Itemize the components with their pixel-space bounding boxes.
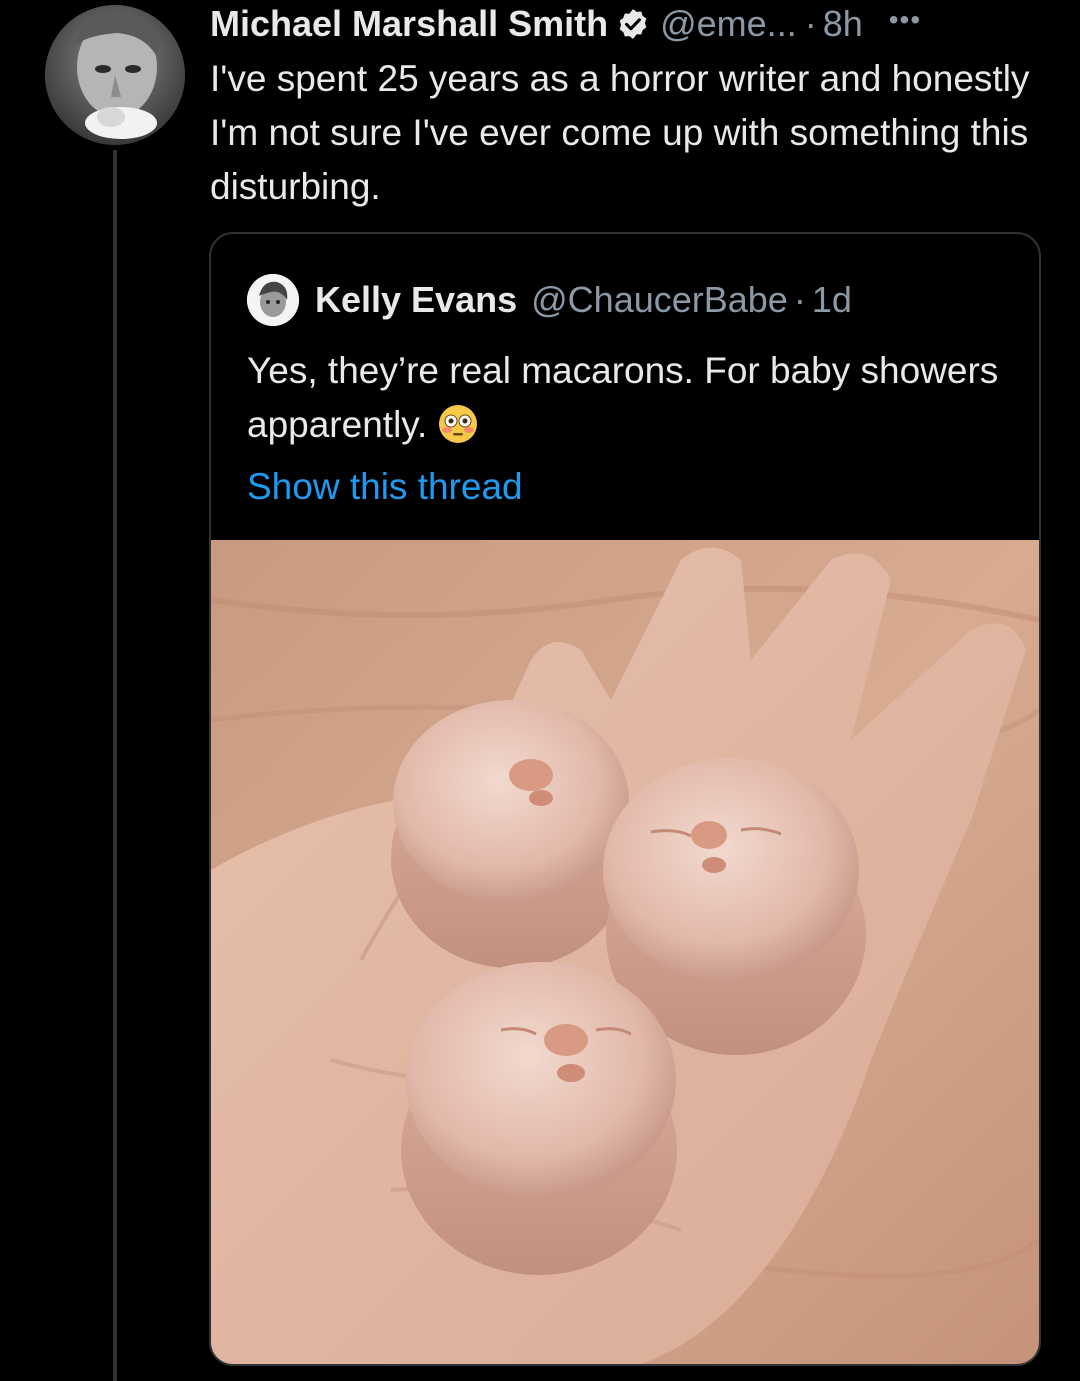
separator-dot: · (804, 3, 817, 44)
author-avatar[interactable] (45, 5, 185, 145)
verified-badge-icon (616, 7, 650, 41)
quoted-tweet-card[interactable]: Kelly Evans @ChaucerBabe · 1d Yes, they’… (209, 232, 1041, 1366)
separator-dot: · (793, 279, 806, 320)
more-horizontal-icon[interactable]: ••• (889, 4, 921, 36)
show-thread-link[interactable]: Show this thread (247, 466, 523, 508)
quoted-author-avatar (247, 274, 299, 326)
author-handle[interactable]: @eme... (660, 3, 797, 45)
tweet-timestamp[interactable]: 8h (823, 3, 863, 45)
quoted-tweet-text-content: Yes, they’re real macarons. For baby sho… (247, 350, 999, 445)
quoted-tweet-header: Kelly Evans @ChaucerBabe · 1d (247, 274, 852, 326)
flushed-face-icon (437, 403, 479, 445)
quoted-tweet-photo[interactable] (211, 540, 1039, 1364)
author-name[interactable]: Michael Marshall Smith (210, 3, 608, 45)
quoted-author-handle: @ChaucerBabe (531, 279, 788, 320)
quoted-tweet-text: Yes, they’re real macarons. For baby sho… (247, 344, 1007, 452)
thread-connector-line (113, 150, 117, 1381)
quoted-tweet-timestamp: 1d (811, 279, 852, 320)
tweet-header: Michael Marshall Smith @eme... · 8h ••• (210, 0, 1060, 48)
quoted-author-name: Kelly Evans (315, 279, 518, 320)
tweet-text: I've spent 25 years as a horror writer a… (210, 58, 1030, 207)
